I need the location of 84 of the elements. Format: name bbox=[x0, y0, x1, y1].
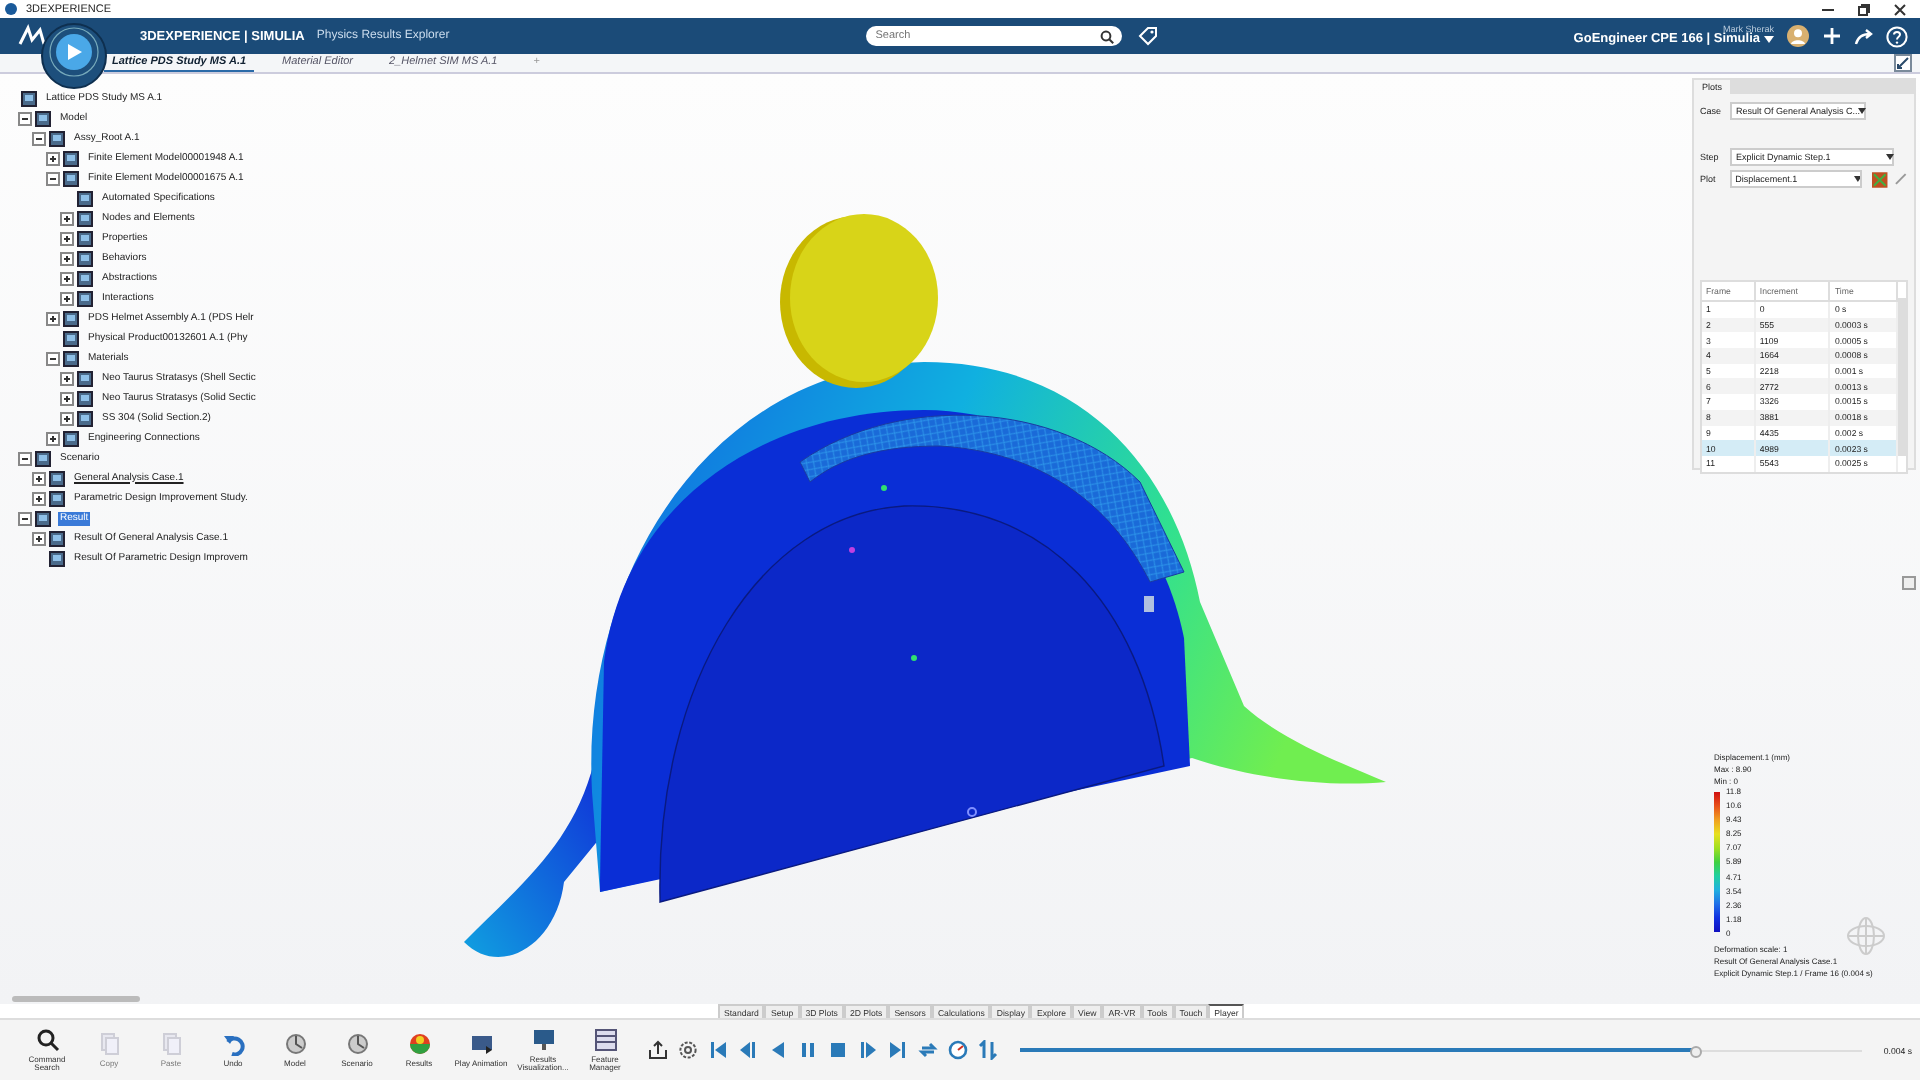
ds-logo-icon bbox=[16, 24, 48, 48]
expand-toggle[interactable] bbox=[18, 111, 32, 125]
tree-node-icon bbox=[76, 369, 94, 387]
pencil-icon[interactable] bbox=[1894, 172, 1908, 186]
last-frame-icon[interactable] bbox=[888, 1040, 908, 1060]
add-icon[interactable] bbox=[1822, 26, 1843, 46]
tree-node-icon bbox=[20, 89, 38, 107]
collapse-icon[interactable] bbox=[1894, 54, 1912, 72]
expand-toggle[interactable] bbox=[60, 291, 74, 305]
tree-node-icon bbox=[62, 149, 80, 167]
table-icon bbox=[593, 1027, 617, 1051]
expand-toggle[interactable] bbox=[46, 431, 60, 445]
tree-node-icon bbox=[62, 309, 80, 327]
share-icon[interactable] bbox=[1854, 26, 1875, 46]
expand-toggle[interactable] bbox=[18, 451, 32, 465]
tree-node-icon bbox=[62, 169, 80, 187]
app-logo-icon bbox=[4, 2, 18, 16]
tree-node-icon bbox=[76, 409, 94, 427]
tree-node-icon bbox=[48, 129, 66, 147]
color-scale-bar bbox=[1714, 792, 1720, 932]
export-icon[interactable] bbox=[648, 1040, 668, 1060]
expand-toggle[interactable] bbox=[32, 131, 46, 145]
expand-toggle[interactable] bbox=[46, 151, 60, 165]
tree-node-icon bbox=[48, 549, 66, 567]
step-forward-icon[interactable] bbox=[858, 1040, 878, 1060]
expand-toggle[interactable] bbox=[60, 371, 74, 385]
search-icon[interactable] bbox=[1099, 29, 1114, 43]
swap-arrows-icon[interactable] bbox=[978, 1040, 998, 1060]
undo-icon bbox=[221, 1031, 245, 1056]
plot-settings-icon[interactable] bbox=[1872, 171, 1889, 187]
paste-icon bbox=[159, 1031, 183, 1056]
step-back-icon[interactable] bbox=[738, 1040, 758, 1060]
scroll-bar[interactable] bbox=[12, 996, 140, 1002]
tree-node-icon bbox=[48, 469, 66, 487]
panel-toggle-icon[interactable] bbox=[1902, 576, 1916, 590]
play-animation-icon bbox=[469, 1031, 493, 1056]
tree-node-icon bbox=[76, 189, 94, 207]
expand-toggle[interactable] bbox=[60, 391, 74, 405]
expand-toggle[interactable] bbox=[60, 411, 74, 425]
avatar-icon[interactable] bbox=[1786, 24, 1811, 48]
tree-node-icon bbox=[76, 269, 94, 287]
expand-toggle[interactable] bbox=[46, 171, 60, 185]
settings-icon[interactable] bbox=[678, 1040, 698, 1060]
tree-node-icon bbox=[48, 489, 66, 507]
expand-toggle[interactable] bbox=[32, 531, 46, 545]
tree-node-icon bbox=[34, 449, 52, 467]
expand-toggle[interactable] bbox=[46, 351, 60, 365]
tree-node-icon bbox=[62, 329, 80, 347]
caret-icon[interactable] bbox=[1853, 176, 1861, 182]
expand-toggle[interactable] bbox=[18, 511, 32, 525]
tree-node-icon bbox=[76, 289, 94, 307]
expand-toggle[interactable] bbox=[60, 231, 74, 245]
caret-icon[interactable] bbox=[1858, 108, 1866, 114]
play-reverse-icon[interactable] bbox=[768, 1040, 788, 1060]
close-icon[interactable] bbox=[1892, 1, 1908, 17]
copy-icon bbox=[97, 1031, 121, 1056]
expand-toggle[interactable] bbox=[46, 311, 60, 325]
axis-triad-icon bbox=[1844, 914, 1888, 958]
tag-icon[interactable] bbox=[1137, 26, 1158, 46]
tree-node-icon bbox=[62, 429, 80, 447]
gauge-icon[interactable] bbox=[948, 1040, 968, 1060]
tree-node-icon bbox=[48, 529, 66, 547]
expand-toggle[interactable] bbox=[32, 471, 46, 485]
caret-icon[interactable] bbox=[1886, 154, 1894, 160]
help-icon[interactable] bbox=[1886, 25, 1909, 47]
stop-icon[interactable] bbox=[828, 1040, 848, 1060]
expand-toggle[interactable] bbox=[32, 491, 46, 505]
tree-node-icon bbox=[76, 389, 94, 407]
caret-icon[interactable] bbox=[1764, 36, 1775, 45]
tree-node-icon bbox=[76, 229, 94, 247]
tree-node-icon bbox=[34, 109, 52, 127]
expand-toggle[interactable] bbox=[60, 251, 74, 265]
first-frame-icon[interactable] bbox=[708, 1040, 728, 1060]
tree-node-icon bbox=[76, 209, 94, 227]
tree-node-icon bbox=[62, 349, 80, 367]
search-icon bbox=[35, 1027, 59, 1051]
pause-icon[interactable] bbox=[798, 1040, 818, 1060]
restore-icon[interactable] bbox=[1856, 1, 1872, 17]
expand-toggle[interactable] bbox=[60, 211, 74, 225]
monitor-icon bbox=[531, 1027, 555, 1051]
loop-icon[interactable] bbox=[918, 1040, 938, 1060]
tree-node-icon bbox=[34, 509, 52, 527]
tree-node-icon bbox=[76, 249, 94, 267]
expand-toggle[interactable] bbox=[60, 271, 74, 285]
